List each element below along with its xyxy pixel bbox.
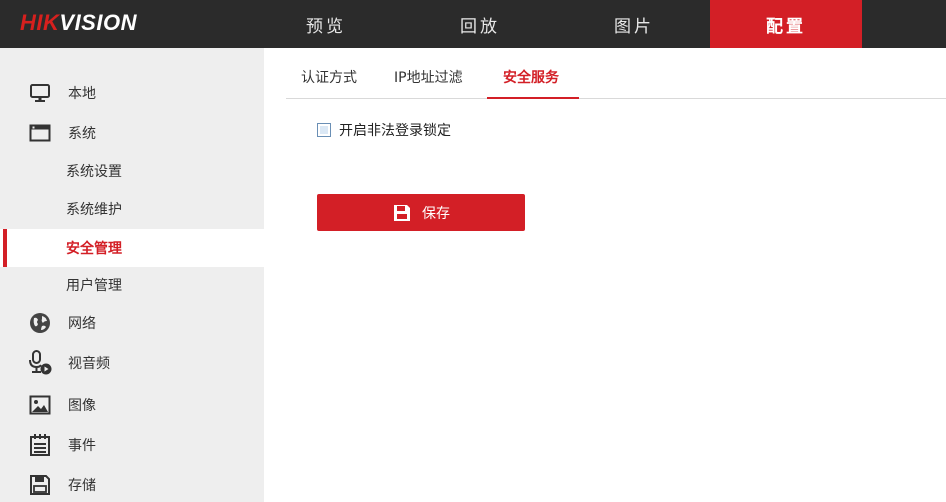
sidebar-item-label: 视音频 [68, 356, 110, 372]
floppy-disk-icon [28, 473, 52, 497]
save-button[interactable]: 保存 [317, 194, 525, 231]
sidebar-item-label: 网络 [68, 316, 96, 332]
hikvision-logo: HIK VISION [20, 8, 137, 38]
save-icon [392, 203, 412, 223]
illegal-login-lock-option[interactable]: 开启非法登录锁定 [317, 120, 451, 140]
window-icon [28, 121, 52, 145]
sidebar-item-video-audio[interactable]: 视音频 [0, 350, 264, 376]
sidebar-item-system[interactable]: 系统 [0, 120, 264, 146]
sidebar-subitem-user-management[interactable]: 用户管理 [0, 266, 264, 304]
logo-hik-text: HIK [20, 10, 60, 35]
nav-preview[interactable]: 预览 [250, 0, 402, 48]
sidebar: 本地 系统 系统设置 系统维护 安全管理 用户管理 网络 视音频 图像 事件 存… [0, 48, 264, 502]
sidebar-subitem-label: 系统维护 [66, 202, 122, 218]
globe-icon [28, 311, 52, 335]
save-button-label: 保存 [422, 205, 450, 222]
top-bar: HIK VISION 预览 回放 图片 配置 [0, 0, 946, 48]
config-tabs: 认证方式 IP地址过滤 安全服务 [286, 56, 946, 99]
microphone-play-icon [28, 350, 52, 375]
monitor-icon [28, 81, 52, 105]
illegal-login-lock-checkbox[interactable] [317, 123, 331, 137]
sidebar-item-label: 图像 [68, 398, 96, 414]
sidebar-item-local[interactable]: 本地 [0, 80, 264, 106]
nav-config[interactable]: 配置 [710, 0, 862, 48]
sidebar-item-label: 本地 [68, 86, 96, 102]
sidebar-subitem-label: 安全管理 [66, 241, 122, 257]
sidebar-subitem-system-settings[interactable]: 系统设置 [0, 152, 264, 190]
sidebar-item-label: 事件 [68, 438, 96, 454]
sidebar-subitem-label: 系统设置 [66, 164, 122, 180]
sidebar-item-network[interactable]: 网络 [0, 310, 264, 336]
sidebar-subitem-system-maintenance[interactable]: 系统维护 [0, 190, 264, 228]
sidebar-subitem-label: 用户管理 [66, 278, 122, 294]
sidebar-subitem-security-management[interactable]: 安全管理 [0, 229, 264, 267]
picture-icon [28, 393, 52, 417]
logo-vision-text: VISION [59, 10, 137, 35]
sidebar-item-label: 存储 [68, 478, 96, 494]
sidebar-item-image[interactable]: 图像 [0, 392, 264, 418]
nav-playback[interactable]: 回放 [404, 0, 556, 48]
illegal-login-lock-label: 开启非法登录锁定 [339, 123, 451, 139]
sidebar-item-storage[interactable]: 存储 [0, 472, 264, 498]
sidebar-item-label: 系统 [68, 126, 96, 142]
tab-security-service[interactable]: 安全服务 [487, 56, 579, 99]
tab-authentication[interactable]: 认证方式 [301, 56, 357, 98]
tab-ip-address-filter[interactable]: IP地址过滤 [394, 56, 463, 98]
nav-picture[interactable]: 图片 [558, 0, 710, 48]
calendar-icon [28, 433, 52, 457]
sidebar-item-event[interactable]: 事件 [0, 432, 264, 458]
